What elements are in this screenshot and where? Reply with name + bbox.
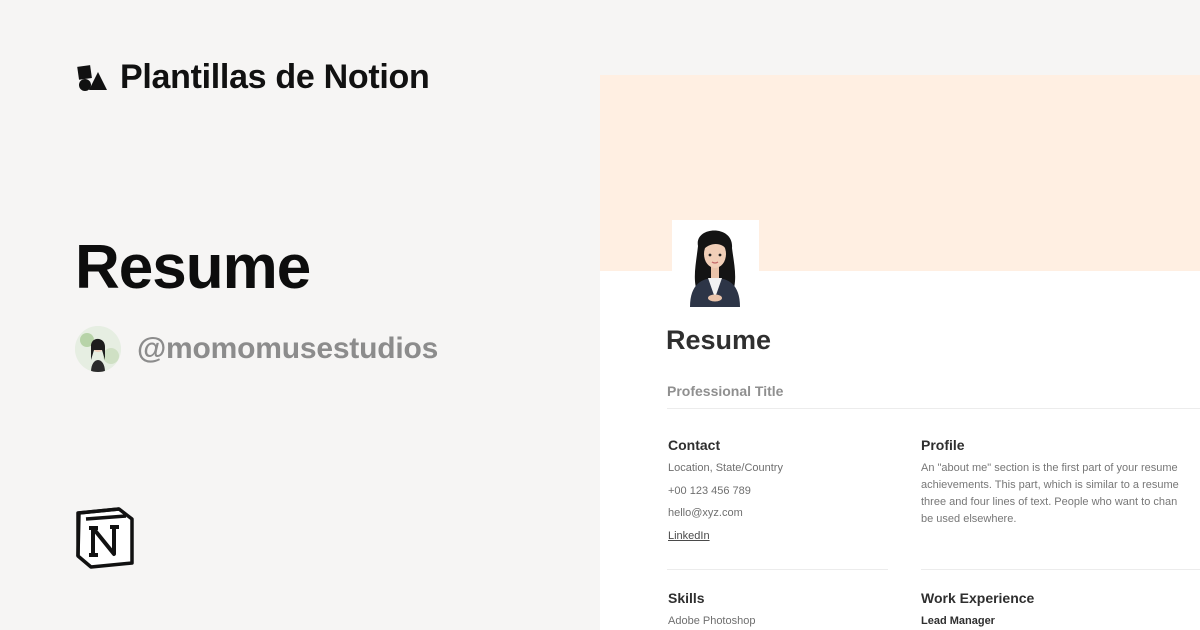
work-experience-heading: Work Experience	[921, 590, 1035, 606]
work-role: Lead Manager	[921, 615, 995, 627]
profile-line: be used elsewhere.	[921, 513, 1017, 525]
skill-item: Adobe Photoshop	[668, 615, 756, 627]
divider	[667, 408, 1200, 409]
avatar	[75, 326, 121, 372]
divider	[667, 569, 888, 570]
template-preview[interactable]: Resume Professional Title Contact Locati…	[600, 75, 1200, 630]
shapes-icon	[77, 64, 107, 91]
profile-heading: Profile	[921, 437, 965, 453]
skills-heading: Skills	[668, 590, 705, 606]
contact-heading: Contact	[668, 437, 721, 453]
profile-text: An "about me" section is the first part …	[921, 460, 1200, 528]
author-handle[interactable]: @momomusestudios	[137, 332, 438, 366]
author[interactable]: @momomusestudios	[75, 326, 438, 372]
contact-email[interactable]: hello@xyz.com	[668, 507, 743, 519]
contact-location: Location, State/Country	[668, 462, 783, 474]
brand[interactable]: Plantillas de Notion	[76, 58, 430, 97]
template-title: Resume	[75, 233, 311, 302]
profile-line: three and four lines of text. People who…	[921, 496, 1178, 508]
profile-line: achievements. This part, which is simila…	[921, 479, 1179, 491]
divider	[921, 569, 1200, 570]
notion-logo-icon	[76, 507, 134, 569]
contact-linkedin-link[interactable]: LinkedIn	[668, 530, 710, 542]
professional-title: Professional Title	[667, 383, 784, 399]
page-title: Resume	[666, 325, 772, 355]
brand-name: Plantillas de Notion	[120, 58, 430, 96]
profile-line: An "about me" section is the first part …	[921, 462, 1178, 474]
page-icon	[672, 220, 759, 307]
contact-phone: +00 123 456 789	[668, 485, 751, 497]
